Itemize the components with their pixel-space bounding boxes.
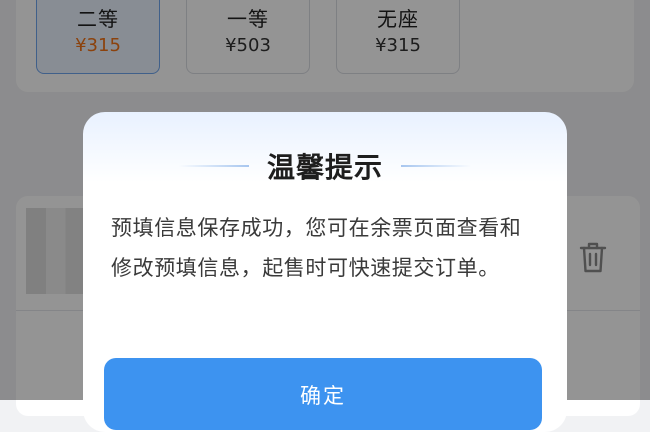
title-decoration-left: [178, 165, 249, 167]
confirm-button[interactable]: 确定: [104, 358, 542, 430]
tip-dialog: 温馨提示 预填信息保存成功，您可在余票页面查看和修改预填信息，起售时可快速提交订…: [83, 112, 567, 432]
dialog-header: 温馨提示: [83, 146, 567, 186]
dialog-message: 预填信息保存成功，您可在余票页面查看和修改预填信息，起售时可快速提交订单。: [111, 216, 522, 280]
dialog-title: 温馨提示: [266, 151, 383, 184]
title-decoration-right: [401, 165, 471, 167]
